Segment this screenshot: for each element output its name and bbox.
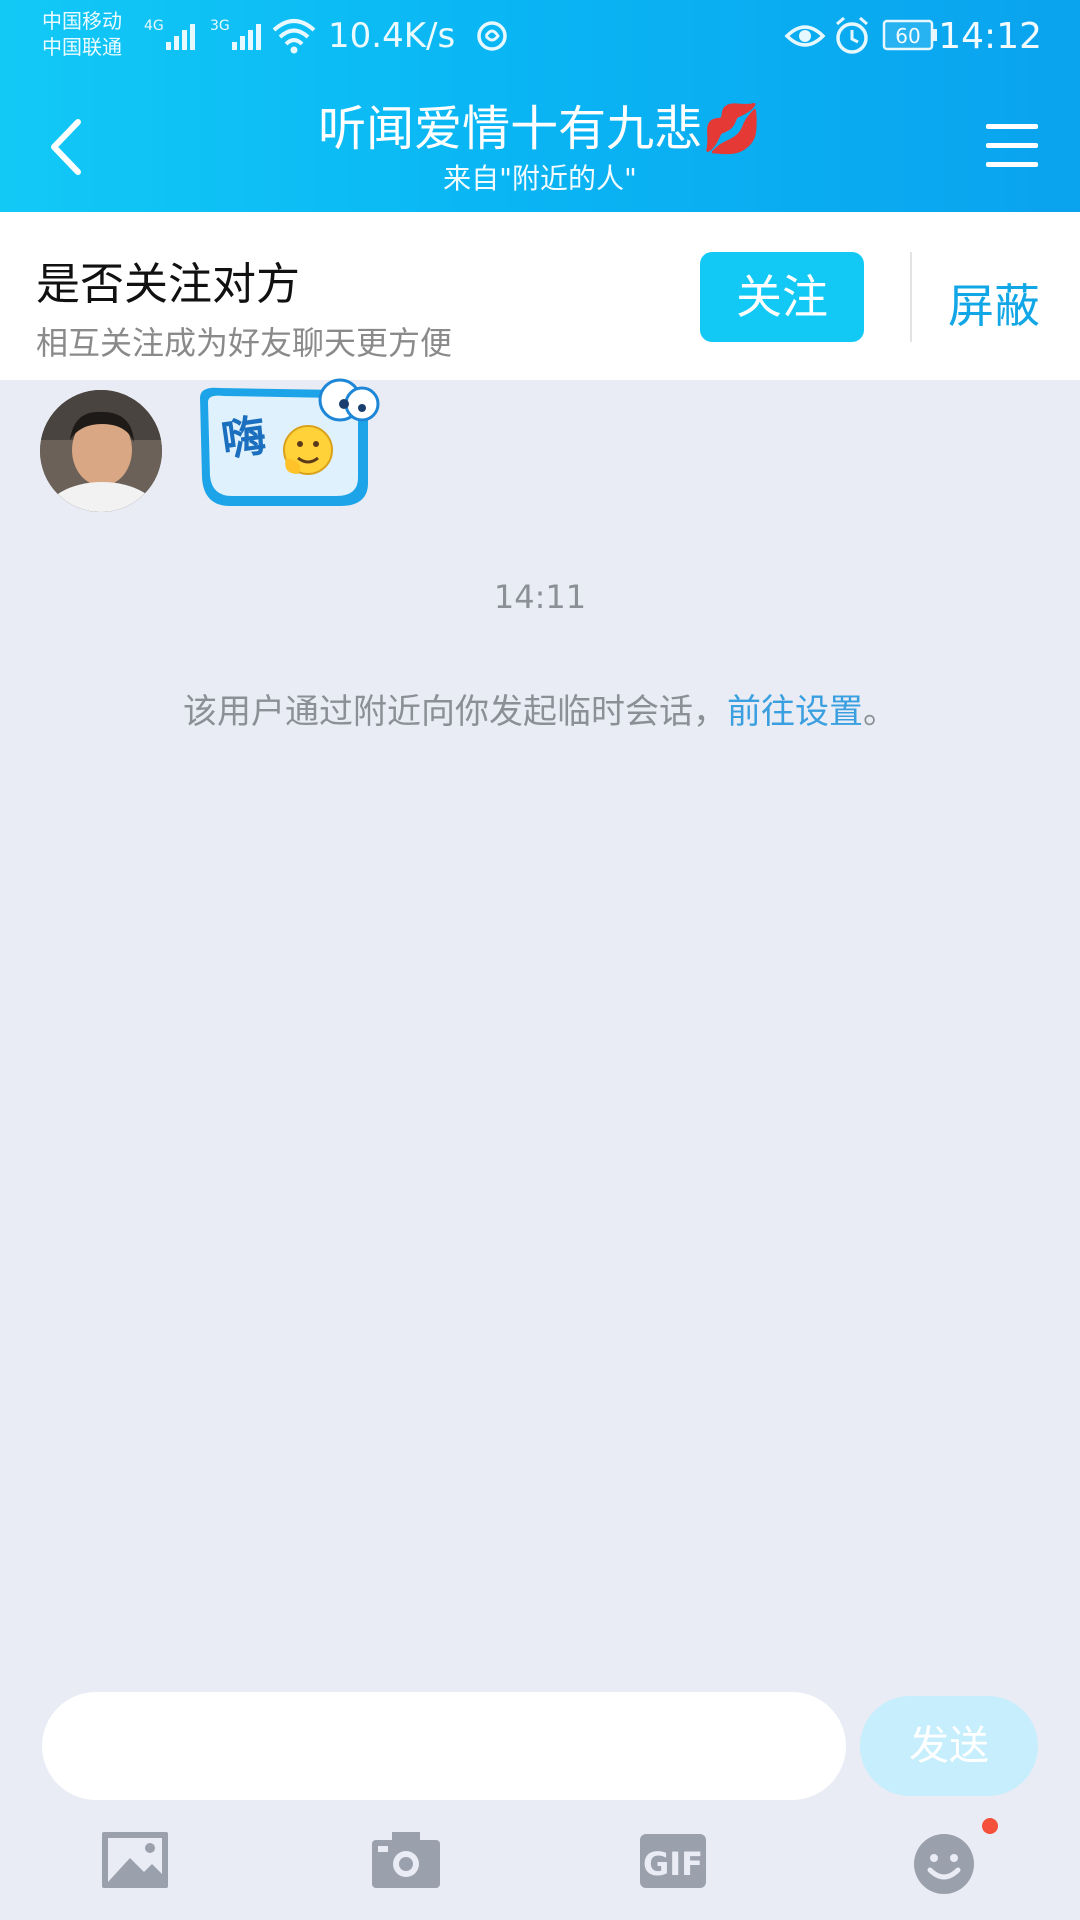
follow-prompt-bar: 是否关注对方 相互关注成为好友聊天更方便 关注 屏蔽 [0, 212, 1080, 380]
alarm-icon [836, 16, 868, 54]
gif-label: GIF [643, 1845, 703, 1883]
message-timestamp: 14:11 [493, 578, 587, 616]
system-notice-end: 。 [863, 692, 897, 732]
signal-4g-icon: 4G [144, 18, 195, 50]
follow-button[interactable]: 关注 [700, 252, 864, 342]
divider [910, 252, 912, 342]
gif-button[interactable]: GIF [636, 1826, 712, 1896]
follow-prompt-title: 是否关注对方 [36, 259, 300, 310]
net-speed: 10.4K/s [328, 16, 456, 56]
sticker-text: 嗨 [218, 410, 269, 467]
camera-button[interactable] [368, 1826, 444, 1896]
photo-button[interactable] [98, 1826, 174, 1896]
status-bar: 中国移动 中国联通 4G 3G 10.4K/s 60 14:12 [0, 0, 1080, 76]
emoji-button[interactable] [906, 1826, 982, 1896]
message-input[interactable] [42, 1692, 846, 1800]
hamburger-icon [986, 124, 1038, 167]
camera-icon [372, 1832, 440, 1888]
chat-title: 听闻爱情十有九悲💋 [318, 101, 762, 157]
top-header: 中国移动 中国联通 4G 3G 10.4K/s 60 14:12 听闻爱情十有九… [0, 0, 1080, 212]
notification-dot [982, 1818, 998, 1834]
sender-avatar[interactable] [40, 390, 162, 512]
block-button[interactable]: 屏蔽 [948, 270, 1040, 336]
send-button[interactable]: 发送 [860, 1696, 1038, 1796]
carrier-info: 中国移动 中国联通 [42, 8, 122, 60]
battery-icon: 60 [882, 19, 937, 51]
network-1-label: 4G [144, 18, 164, 34]
image-icon [102, 1832, 168, 1888]
menu-button[interactable] [984, 120, 1040, 172]
go-settings-link[interactable]: 前往设置 [727, 692, 863, 732]
chat-subtitle: 来自"附近的人" [443, 162, 637, 195]
smiley-icon [914, 1834, 974, 1894]
carrier-2: 中国联通 [42, 35, 122, 59]
hi-sticker-message[interactable]: 嗨 [190, 378, 390, 518]
carrier-1: 中国移动 [42, 9, 122, 33]
follow-prompt-subtitle: 相互关注成为好友聊天更方便 [36, 324, 453, 362]
network-2-label: 3G [210, 18, 230, 34]
avatar-photo [40, 390, 162, 512]
system-notice: 该用户通过附近向你发起临时会话，前往设置。 [0, 684, 1080, 733]
eye-icon [784, 25, 826, 47]
battery-level: 60 [895, 24, 920, 48]
gif-icon: GIF [640, 1834, 706, 1888]
app-notify-icon [477, 21, 507, 51]
signal-3g-icon: 3G [210, 18, 261, 50]
clock: 14:12 [938, 16, 1042, 57]
system-notice-text: 该用户通过附近向你发起临时会话， [183, 692, 727, 732]
wifi-icon [272, 19, 316, 54]
